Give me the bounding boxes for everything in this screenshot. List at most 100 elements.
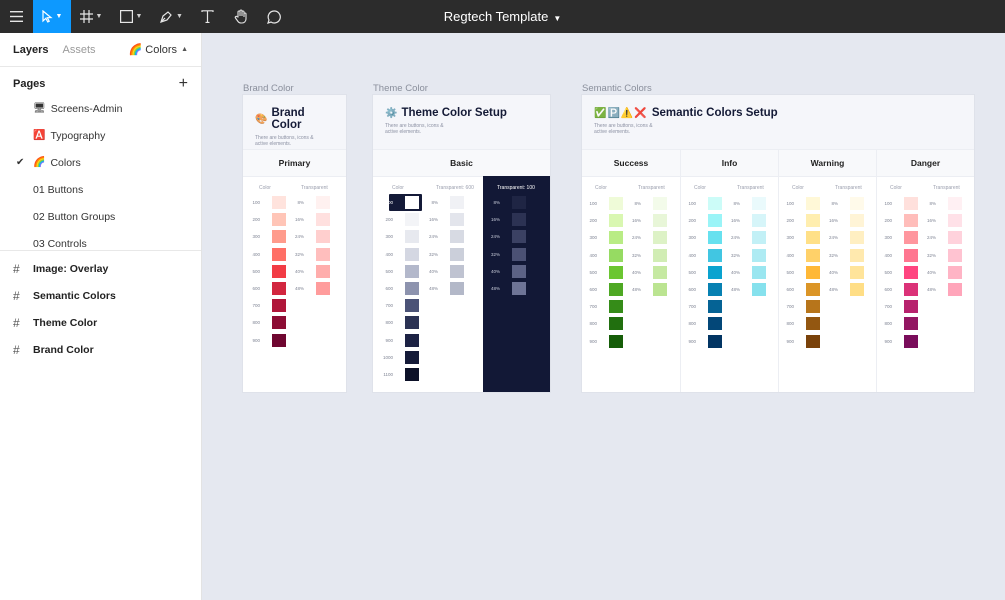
hand-tool-button[interactable] bbox=[224, 0, 257, 33]
color-swatch[interactable] bbox=[405, 316, 419, 330]
color-swatch[interactable] bbox=[708, 283, 722, 296]
color-swatch[interactable] bbox=[806, 265, 820, 279]
file-title-button[interactable]: Regtech Template ▼ bbox=[444, 9, 561, 24]
design-canvas[interactable]: Brand Color 🎨 Brand Color There are butto… bbox=[202, 33, 1005, 600]
color-swatch[interactable] bbox=[609, 283, 623, 296]
page-list[interactable]: 🖥 Screens-Admin 🅰️ Typography ✔ 🌈 Colors 01 But… bbox=[0, 101, 201, 251]
color-swatch[interactable] bbox=[904, 334, 918, 348]
color-swatch[interactable] bbox=[752, 248, 766, 262]
pen-tool-button[interactable]: ▼ bbox=[151, 0, 191, 33]
color-swatch[interactable] bbox=[806, 317, 820, 331]
color-swatch[interactable] bbox=[752, 214, 766, 228]
frame-tool-button[interactable]: ▼ bbox=[71, 0, 111, 33]
menu-icon[interactable] bbox=[0, 0, 33, 33]
color-swatch[interactable] bbox=[316, 282, 330, 295]
color-swatch[interactable] bbox=[450, 230, 464, 244]
color-swatch[interactable] bbox=[948, 197, 962, 210]
text-tool-button[interactable] bbox=[191, 0, 224, 33]
color-swatch[interactable] bbox=[806, 334, 820, 348]
frame-label-theme[interactable]: Theme Color bbox=[373, 83, 428, 94]
color-swatch[interactable] bbox=[708, 231, 722, 245]
color-swatch[interactable] bbox=[450, 282, 464, 295]
color-swatch[interactable] bbox=[272, 282, 286, 295]
color-swatch[interactable] bbox=[609, 197, 623, 210]
color-swatch[interactable] bbox=[850, 265, 864, 279]
tab-layers[interactable]: Layers bbox=[13, 44, 48, 56]
color-swatch[interactable] bbox=[948, 248, 962, 262]
color-swatch[interactable] bbox=[948, 231, 962, 245]
color-swatch[interactable] bbox=[708, 214, 722, 228]
color-swatch[interactable] bbox=[512, 247, 526, 261]
color-swatch[interactable] bbox=[806, 231, 820, 245]
color-swatch[interactable] bbox=[850, 231, 864, 245]
color-swatch[interactable] bbox=[948, 265, 962, 279]
color-swatch[interactable] bbox=[708, 317, 722, 331]
color-swatch[interactable] bbox=[806, 300, 820, 314]
frame-label-semantic[interactable]: Semantic Colors bbox=[582, 83, 652, 94]
color-swatch[interactable] bbox=[272, 264, 286, 278]
color-swatch[interactable] bbox=[609, 265, 623, 279]
color-swatch[interactable] bbox=[405, 247, 419, 261]
color-swatch[interactable] bbox=[904, 214, 918, 228]
color-swatch[interactable] bbox=[609, 231, 623, 245]
color-swatch[interactable] bbox=[653, 214, 667, 228]
color-swatch[interactable] bbox=[450, 247, 464, 261]
color-swatch[interactable] bbox=[272, 333, 286, 347]
page-item[interactable]: 🅰️ Typography bbox=[0, 122, 201, 149]
color-swatch[interactable] bbox=[752, 265, 766, 279]
color-swatch[interactable] bbox=[272, 230, 286, 244]
color-swatch[interactable] bbox=[609, 334, 623, 348]
color-swatch[interactable] bbox=[405, 333, 419, 347]
color-swatch[interactable] bbox=[609, 248, 623, 262]
frame-semantic-colors[interactable]: ✅🅿️⚠️❌ Semantic Colors Setup There are b… bbox=[582, 95, 974, 392]
shape-tool-button[interactable]: ▼ bbox=[111, 0, 151, 33]
layer-item[interactable]: # Semantic Colors bbox=[0, 282, 201, 309]
color-swatch[interactable] bbox=[653, 265, 667, 279]
color-swatch[interactable] bbox=[450, 196, 464, 209]
color-swatch[interactable] bbox=[405, 264, 419, 278]
add-page-icon[interactable]: + bbox=[179, 75, 188, 93]
move-tool-button[interactable]: ▼ bbox=[33, 0, 71, 33]
color-swatch[interactable] bbox=[405, 230, 419, 244]
color-swatch[interactable] bbox=[904, 265, 918, 279]
color-swatch[interactable] bbox=[850, 197, 864, 210]
page-item[interactable]: 03 Controls bbox=[0, 230, 201, 250]
color-swatch[interactable] bbox=[272, 213, 286, 227]
color-swatch[interactable] bbox=[708, 300, 722, 314]
color-swatch[interactable] bbox=[609, 300, 623, 314]
color-swatch[interactable] bbox=[450, 213, 464, 227]
color-swatch[interactable] bbox=[316, 247, 330, 261]
frame-brand-color[interactable]: 🎨 Brand Color There are buttons, icons & … bbox=[243, 95, 346, 392]
color-swatch[interactable] bbox=[609, 214, 623, 228]
comment-tool-button[interactable] bbox=[257, 0, 290, 33]
color-swatch[interactable] bbox=[609, 317, 623, 331]
page-item[interactable]: 02 Button Groups bbox=[0, 203, 201, 230]
color-swatch[interactable] bbox=[272, 247, 286, 261]
color-swatch[interactable] bbox=[512, 230, 526, 244]
color-swatch[interactable] bbox=[708, 265, 722, 279]
color-swatch[interactable] bbox=[316, 230, 330, 244]
color-swatch[interactable] bbox=[512, 282, 526, 295]
color-swatch[interactable] bbox=[904, 283, 918, 296]
color-swatch[interactable] bbox=[904, 300, 918, 314]
color-swatch[interactable] bbox=[806, 197, 820, 210]
current-page-select[interactable]: 🌈 Colors ▲ bbox=[129, 43, 188, 56]
color-swatch[interactable] bbox=[806, 283, 820, 296]
color-swatch[interactable] bbox=[405, 213, 419, 227]
tab-assets[interactable]: Assets bbox=[62, 44, 95, 56]
layer-item[interactable]: # Theme Color bbox=[0, 309, 201, 336]
color-swatch[interactable] bbox=[850, 283, 864, 296]
color-swatch[interactable] bbox=[708, 197, 722, 210]
color-swatch[interactable] bbox=[850, 214, 864, 228]
color-swatch[interactable] bbox=[904, 317, 918, 331]
color-swatch[interactable] bbox=[752, 197, 766, 210]
color-swatch[interactable] bbox=[512, 264, 526, 278]
color-swatch[interactable] bbox=[904, 248, 918, 262]
color-swatch[interactable] bbox=[272, 196, 286, 209]
color-swatch[interactable] bbox=[272, 316, 286, 330]
color-swatch[interactable] bbox=[850, 248, 864, 262]
page-item[interactable]: 01 Buttons bbox=[0, 176, 201, 203]
frame-label-brand[interactable]: Brand Color bbox=[243, 83, 294, 94]
color-swatch[interactable] bbox=[904, 231, 918, 245]
color-swatch[interactable] bbox=[806, 214, 820, 228]
